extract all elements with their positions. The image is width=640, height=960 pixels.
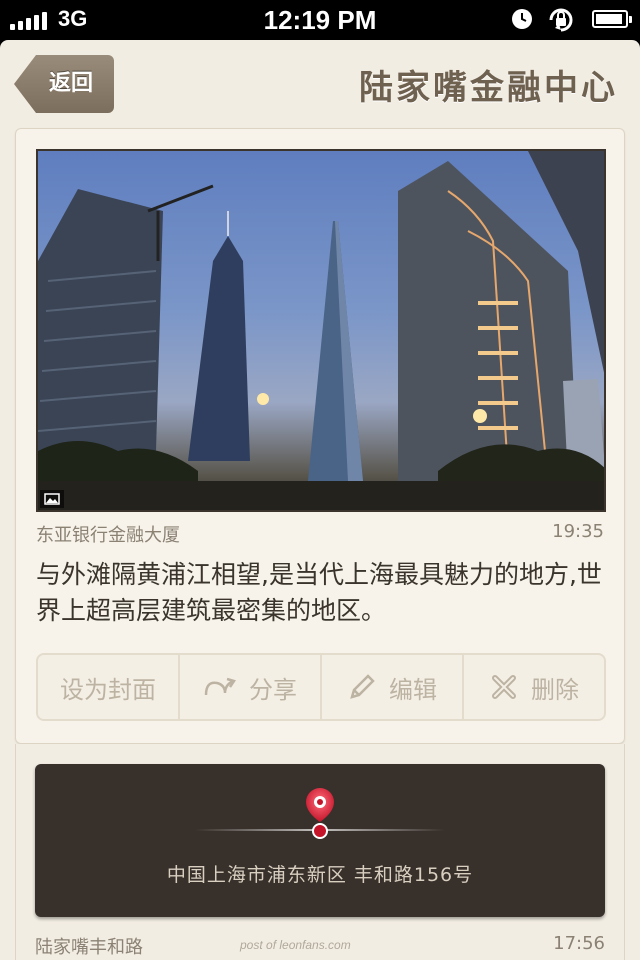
pencil-icon — [350, 674, 375, 699]
delete-button[interactable]: 删除 — [464, 655, 604, 719]
set-cover-label: 设为封面 — [60, 675, 156, 704]
share-label: 分享 — [249, 675, 297, 704]
battery-icon — [592, 10, 632, 28]
status-bar: 3G 12:19 PM — [0, 0, 640, 40]
delete-x-icon — [492, 675, 516, 699]
set-cover-button[interactable]: 设为封面 — [38, 655, 180, 719]
clock: 12:19 PM — [263, 5, 377, 35]
edit-button[interactable]: 编辑 — [322, 655, 464, 719]
app-screen: 返回 陆家嘴金融中心 东亚银行金融大厦 19:35 与外滩隔黄浦江相望,是当代上… — [0, 40, 640, 960]
watermark: post of leonfans.com — [240, 938, 351, 952]
action-bar: 设为封面 分享 编辑 删除 — [36, 653, 606, 721]
photo-card: 东亚银行金融大厦 19:35 与外滩隔黄浦江相望,是当代上海最具魅力的地方,世界… — [15, 128, 625, 744]
nav-bar: 返回 陆家嘴金融中心 — [0, 40, 640, 130]
next-entry-title[interactable]: 陆家嘴丰和路 — [35, 933, 143, 959]
photo-description: 与外滩隔黄浦江相望,是当代上海最具魅力的地方,世界上超高层建筑最密集的地区。 — [36, 560, 602, 625]
photo-location: 东亚银行金融大厦 — [36, 525, 180, 546]
share-icon — [204, 677, 236, 696]
next-entry-time: 17:56 — [553, 933, 605, 954]
alarm-clock-icon — [512, 9, 532, 29]
image-icon — [40, 490, 64, 508]
location-panel[interactable]: 中国上海市浦东新区 丰和路156号 — [35, 764, 605, 917]
share-button[interactable]: 分享 — [180, 655, 322, 719]
photo[interactable] — [36, 149, 606, 512]
address-text: 中国上海市浦东新区 丰和路156号 — [166, 864, 474, 886]
delete-label: 删除 — [531, 675, 579, 704]
rotation-lock-icon — [549, 8, 573, 32]
city-skyline-image — [38, 151, 604, 510]
back-button[interactable]: 返回 — [14, 55, 114, 113]
location-pin-icon — [306, 788, 334, 839]
edit-label: 编辑 — [389, 675, 437, 704]
photo-time: 19:35 — [552, 521, 604, 542]
page-title: 陆家嘴金融中心 — [359, 68, 618, 108]
